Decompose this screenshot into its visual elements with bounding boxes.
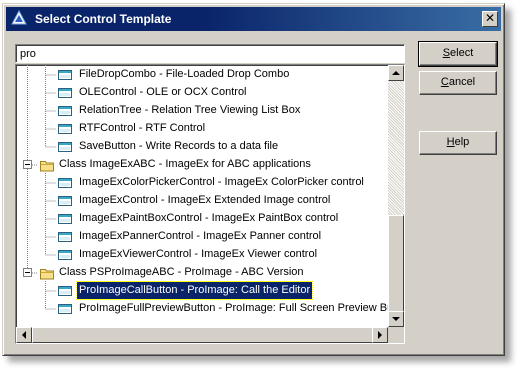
close-button[interactable]: ✕ — [482, 11, 498, 27]
control-template-icon — [57, 175, 73, 191]
scrollbar-corner — [388, 327, 404, 343]
control-template-icon — [57, 301, 73, 317]
cancel-button[interactable]: Cancel — [419, 71, 497, 95]
tree-item[interactable]: ImageExControl - ImageEx Extended Image … — [16, 192, 388, 210]
tree-item[interactable]: ImageExPannerControl - ImageEx Panner co… — [16, 228, 388, 246]
control-template-icon — [57, 283, 73, 299]
help-button[interactable]: Help — [419, 131, 497, 155]
folder-icon — [39, 157, 55, 173]
control-template-icon — [57, 139, 73, 155]
control-template-icon — [57, 211, 73, 227]
search-input[interactable] — [15, 44, 405, 63]
tree-node-label: ImageExControl - ImageEx Extended Image … — [79, 194, 331, 206]
tree-node-label: ImageExColorPickerControl - ImageEx Colo… — [79, 176, 364, 188]
arrow-up-icon — [392, 71, 400, 75]
tree-item[interactable]: ImageExViewerControl - ImageEx Viewer co… — [16, 246, 388, 264]
arrow-right-icon — [378, 331, 382, 339]
tree-item[interactable]: RelationTree - Relation Tree Viewing Lis… — [16, 102, 388, 120]
tree-node-label: ImageExViewerControl - ImageEx Viewer co… — [79, 248, 318, 260]
scroll-down-button[interactable] — [388, 311, 404, 327]
tree-item[interactable]: SaveButton - Write Records to a data fil… — [16, 138, 388, 156]
collapse-toggle-icon[interactable] — [23, 268, 32, 277]
tree-node-label: Class PSProImageABC - ProImage - ABC Ver… — [59, 266, 304, 278]
title-bar[interactable]: Select Control Template ✕ — [6, 7, 501, 31]
scroll-right-button[interactable] — [372, 327, 388, 343]
arrow-left-icon — [22, 331, 26, 339]
tree-class-node[interactable]: Class ImageExABC - ImageEx for ABC appli… — [16, 156, 388, 174]
folder-icon — [39, 265, 55, 281]
tree-item-selected[interactable]: ProImageCallButton - ProImage: Call the … — [16, 281, 388, 300]
collapse-toggle-icon[interactable] — [23, 160, 32, 169]
select-button[interactable]: Select — [418, 41, 498, 67]
scroll-left-button[interactable] — [16, 327, 32, 343]
tree-node-label: Class ImageExABC - ImageEx for ABC appli… — [59, 158, 311, 170]
vertical-scrollbar[interactable] — [388, 65, 404, 327]
tree-node-label: ImageExPannerControl - ImageEx Panner co… — [79, 230, 322, 242]
control-template-icon — [57, 121, 73, 137]
scroll-up-button[interactable] — [388, 65, 404, 81]
tree-node-label: ImageExPaintBoxControl - ImageEx PaintBo… — [79, 212, 339, 224]
tree-node-label: FileDropCombo - File-Loaded Drop Combo — [79, 68, 290, 80]
arrow-down-icon — [392, 317, 400, 321]
tree-class-node[interactable]: Class PSProImageABC - ProImage - ABC Ver… — [16, 264, 388, 282]
tree-item[interactable]: OLEControl - OLE or OCX Control — [16, 84, 388, 102]
tree-node-label: OLEControl - OLE or OCX Control — [79, 86, 247, 98]
horizontal-scroll-thumb[interactable] — [32, 327, 374, 343]
tree-node-label: RTFControl - RTF Control — [79, 122, 206, 134]
template-tree[interactable]: FileDropCombo - File-Loaded Drop Combo OL… — [15, 64, 405, 344]
horizontal-scrollbar[interactable] — [16, 327, 388, 343]
vertical-scroll-thumb[interactable] — [388, 215, 404, 313]
control-template-icon — [57, 103, 73, 119]
window-title: Select Control Template — [35, 12, 172, 26]
app-icon — [11, 10, 27, 25]
control-template-icon — [57, 85, 73, 101]
control-template-icon — [57, 193, 73, 209]
tree-item[interactable]: ImageExColorPickerControl - ImageEx Colo… — [16, 174, 388, 192]
tree-item[interactable]: ProImageFullPreviewButton - ProImage: Fu… — [16, 300, 399, 318]
tree-item[interactable]: RTFControl - RTF Control — [16, 120, 388, 138]
tree-node-label: ProImageFullPreviewButton - ProImage: Fu… — [79, 302, 400, 314]
tree-node-label: RelationTree - Relation Tree Viewing Lis… — [79, 104, 301, 116]
select-control-template-dialog: Select Control Template ✕ pro FileDropCo… — [2, 3, 505, 356]
control-template-icon — [57, 67, 73, 83]
control-template-icon — [57, 229, 73, 245]
tree-item[interactable]: ImageExPaintBoxControl - ImageEx PaintBo… — [16, 210, 388, 228]
tree-node-label: SaveButton - Write Records to a data fil… — [79, 140, 279, 152]
tree-node-label: ProImageCallButton - ProImage: Call the … — [75, 281, 314, 300]
tree-item[interactable]: FileDropCombo - File-Loaded Drop Combo — [16, 66, 388, 84]
close-icon: ✕ — [484, 11, 496, 25]
control-template-icon — [57, 247, 73, 263]
